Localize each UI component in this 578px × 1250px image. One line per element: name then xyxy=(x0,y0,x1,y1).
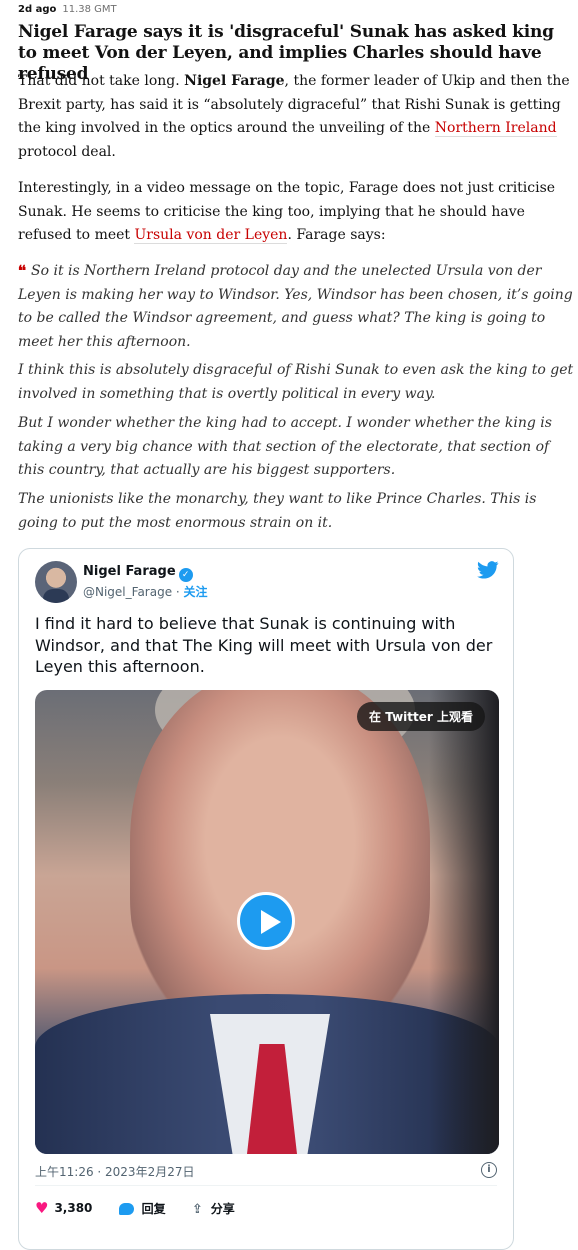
play-icon[interactable] xyxy=(237,892,295,950)
link-northern-ireland[interactable]: Northern Ireland xyxy=(434,120,557,137)
tweet-video[interactable]: 在 Twitter 上观看 xyxy=(35,690,499,1154)
share-icon: ⇪ xyxy=(191,1201,203,1217)
like-count: 3,380 xyxy=(54,1201,93,1215)
follow-button[interactable]: 关注 xyxy=(184,585,208,599)
timestamp: 11.38 GMT xyxy=(62,4,117,15)
quote-2: I think this is absolutely disgraceful o… xyxy=(18,362,574,402)
avatar[interactable] xyxy=(35,561,77,603)
name-bold: Nigel Farage xyxy=(184,73,285,89)
entry-meta: 2d ago 11.38 GMT xyxy=(18,4,117,15)
quote-4: The unionists like the monarchy, they wa… xyxy=(18,491,537,531)
tweet-text: I find it hard to believe that Sunak is … xyxy=(35,614,493,676)
tweet-author[interactable]: Nigel Farage ✓ xyxy=(83,564,193,582)
time-ago[interactable]: 2d ago xyxy=(18,4,56,15)
link-ursula-von-der-leyen[interactable]: Ursula von der Leyen xyxy=(134,227,288,244)
tweet-actions: ♥ 3,380 回复 ⇪ 分享 xyxy=(35,1199,257,1217)
tweet-date[interactable]: 上午11:26 · 2023年2月27日 xyxy=(35,1163,194,1180)
quote-1: ❛❛ So it is Northern Ireland protocol day… xyxy=(18,263,573,350)
heart-icon: ♥ xyxy=(35,1199,49,1217)
verified-icon: ✓ xyxy=(178,568,193,582)
tweet-handle-row: @Nigel_Farage · 关注 xyxy=(83,585,208,599)
paragraph-1: That did not take long. Nigel Farage, th… xyxy=(18,73,570,160)
like-button[interactable]: ♥ 3,380 xyxy=(35,1199,92,1217)
embedded-tweet[interactable]: Nigel Farage ✓ @Nigel_Farage · 关注 I find … xyxy=(18,548,514,1250)
divider xyxy=(35,1185,497,1186)
twitter-bird-icon[interactable] xyxy=(477,561,499,579)
reply-button[interactable]: 回复 xyxy=(118,1200,166,1217)
quote-mark-icon: ❛❛ xyxy=(18,263,26,279)
info-icon[interactable]: i xyxy=(481,1162,497,1178)
watch-on-twitter-button[interactable]: 在 Twitter 上观看 xyxy=(357,702,485,731)
share-button[interactable]: ⇪ 分享 xyxy=(192,1200,235,1217)
paragraph-2: Interestingly, in a video message on the… xyxy=(18,180,556,244)
quote-3: But I wonder whether the king had to acc… xyxy=(18,415,552,478)
reply-icon xyxy=(118,1202,134,1215)
tweet-handle[interactable]: @Nigel_Farage xyxy=(83,585,172,599)
